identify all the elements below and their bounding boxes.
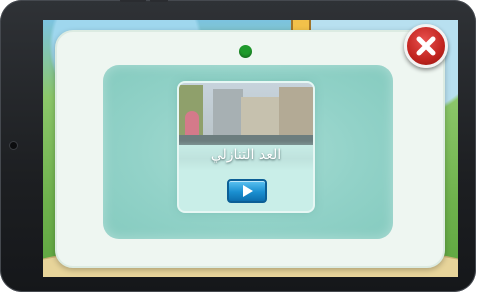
lesson-title: العد التنازلي [210,147,282,163]
play-button[interactable] [227,179,267,203]
volume-button [150,0,168,2]
status-indicator [239,45,252,58]
play-icon [243,185,253,197]
front-camera [10,142,17,149]
close-button[interactable] [404,24,448,68]
lesson-card[interactable]: العد التنازلي [179,83,313,211]
power-button [120,0,146,2]
close-icon [416,36,436,56]
street-scene-thumbnail [179,83,313,145]
